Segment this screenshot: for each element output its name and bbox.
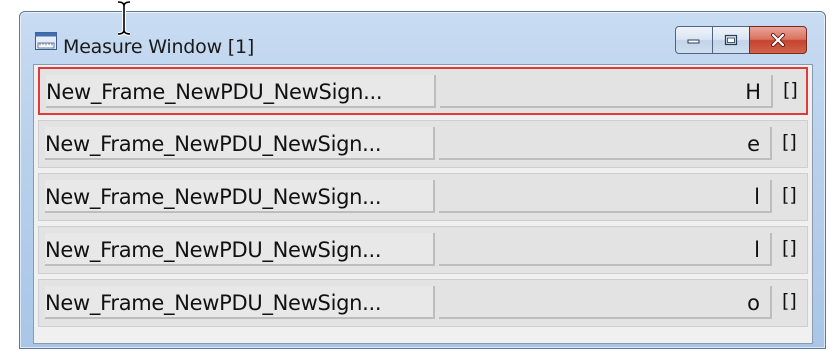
signal-name: New_Frame_NewPDU_NewSign...	[45, 185, 382, 209]
signal-unit: []	[782, 290, 797, 312]
signal-name-cell[interactable]: New_Frame_NewPDU_NewSign...	[45, 286, 435, 319]
signal-row[interactable]: New_Frame_NewPDU_NewSign... l []	[38, 226, 808, 274]
signal-name-cell[interactable]: New_Frame_NewPDU_NewSign...	[45, 180, 435, 213]
signal-row[interactable]: New_Frame_NewPDU_NewSign... H []	[38, 67, 808, 115]
signal-value: H	[745, 80, 761, 104]
signal-row[interactable]: New_Frame_NewPDU_NewSign... e []	[38, 120, 808, 168]
signal-value-cell: l	[439, 233, 772, 266]
window-title: Measure Window [1]	[63, 36, 255, 58]
signal-unit: []	[783, 79, 798, 101]
signal-name: New_Frame_NewPDU_NewSign...	[45, 291, 382, 315]
minimize-icon	[687, 39, 700, 44]
maximize-icon	[724, 34, 738, 46]
signal-name-cell[interactable]: New_Frame_NewPDU_NewSign...	[45, 233, 435, 266]
signal-list: New_Frame_NewPDU_NewSign... H [] New_Fra…	[33, 64, 813, 344]
signal-row[interactable]: New_Frame_NewPDU_NewSign... l []	[38, 173, 808, 221]
signal-value-cell: o	[439, 286, 772, 319]
signal-name: New_Frame_NewPDU_NewSign...	[45, 238, 382, 262]
signal-value-cell: l	[439, 180, 772, 213]
maximize-button[interactable]	[712, 26, 750, 54]
close-icon	[771, 33, 785, 47]
ruler-chart-icon	[35, 32, 57, 50]
close-button[interactable]	[749, 26, 807, 54]
title-bar[interactable]: Measure Window [1]	[20, 12, 825, 58]
signal-value: l	[754, 238, 760, 262]
caption-buttons	[675, 26, 807, 56]
measure-window: Measure Window [1] New_Frame_NewPDU_NewS…	[19, 11, 826, 349]
signal-value-cell: H	[440, 75, 773, 108]
signal-name-cell[interactable]: New_Frame_NewPDU_NewSign...	[45, 127, 435, 160]
signal-name-cell[interactable]: New_Frame_NewPDU_NewSign...	[46, 75, 436, 108]
signal-name: New_Frame_NewPDU_NewSign...	[45, 132, 382, 156]
signal-value: o	[747, 291, 760, 315]
signal-value: e	[747, 132, 760, 156]
signal-value-cell: e	[439, 127, 772, 160]
signal-unit: []	[782, 184, 797, 206]
minimize-button[interactable]	[675, 26, 713, 54]
signal-unit: []	[782, 237, 797, 259]
signal-name: New_Frame_NewPDU_NewSign...	[46, 80, 383, 104]
signal-value: l	[754, 185, 760, 209]
signal-unit: []	[782, 131, 797, 153]
signal-row[interactable]: New_Frame_NewPDU_NewSign... o []	[38, 279, 808, 327]
text-cursor-icon	[117, 0, 131, 36]
